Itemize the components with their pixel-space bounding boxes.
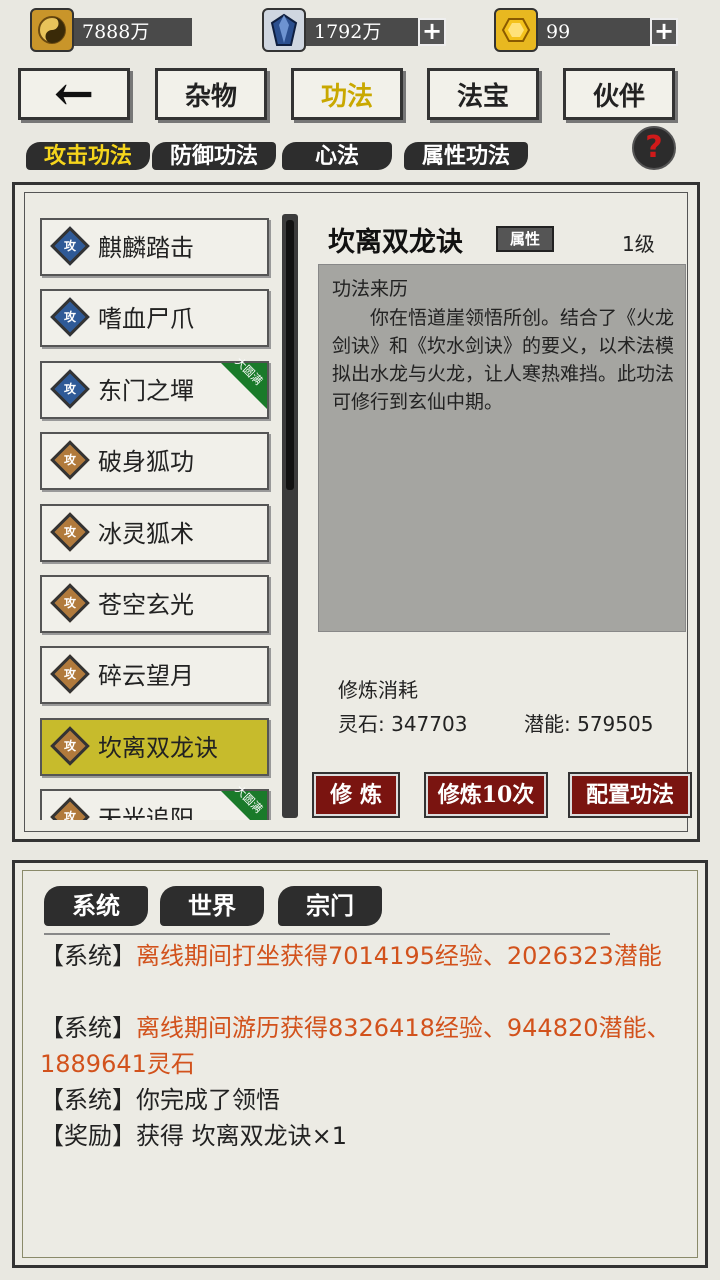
category-mind[interactable]: 心法	[282, 136, 392, 176]
message-text: 离线期间打坐获得7014195经验、2026323潜能	[136, 942, 662, 970]
resource-crystal: 1792万 +	[262, 8, 452, 52]
skill-item[interactable]: 攻 东门之墠 大圆满	[40, 355, 269, 419]
tab-label: 伙伴	[592, 81, 645, 112]
skill-name: 嗜血尸爪	[98, 305, 194, 333]
scrollbar-thumb[interactable]	[286, 220, 294, 490]
resource-value: 1792万	[306, 18, 418, 46]
skill-name: 东门之墠	[98, 377, 194, 405]
resource-value: 7888万	[74, 18, 192, 46]
skill-level: 1级	[622, 232, 655, 256]
skill-list: 攻 麒麟踏击 攻 嗜血尸爪 攻 东门之墠 大圆满 攻 破身狐功 攻 冰灵狐术 攻…	[36, 210, 276, 820]
message-prefix: 【系统】	[40, 1086, 136, 1114]
blue-crystal-icon	[262, 8, 306, 52]
add-gem-button[interactable]: +	[650, 18, 678, 46]
cultivate-button[interactable]: 修 炼	[314, 774, 398, 816]
skill-item[interactable]: 攻 麒麟踏击	[40, 218, 269, 276]
skill-name: 坎离双龙诀	[98, 734, 218, 762]
attack-emblem-icon: 攻	[50, 440, 90, 480]
skill-name: 天光追阳	[98, 805, 194, 820]
attack-emblem-icon: 攻	[50, 512, 90, 552]
back-button[interactable]: ←	[18, 68, 130, 120]
resource-gem: 99 +	[494, 8, 684, 52]
message-text: 获得 坎离双龙诀×1	[136, 1122, 348, 1150]
tab-treasures[interactable]: 法宝	[427, 68, 539, 120]
category-label: 属性功法	[421, 143, 510, 169]
category-attribute[interactable]: 属性功法	[404, 136, 528, 176]
skill-item[interactable]: 攻 嗜血尸爪	[40, 289, 269, 347]
chat-message: 【系统】离线期间游历获得8326418经验、944820潜能、1889641灵石	[40, 1010, 680, 1082]
attack-emblem-icon: 攻	[50, 654, 90, 694]
skill-name: 麒麟踏击	[98, 234, 194, 262]
chat-message: 【奖励】获得 坎离双龙诀×1	[40, 1118, 680, 1154]
resource-value: 99	[538, 18, 650, 46]
category-label: 攻击功法	[43, 143, 132, 169]
description-box: 功法来历 你在悟道崖领悟所创。结合了《火龙剑诀》和《坎水剑诀》的要义，以术法模拟…	[318, 264, 686, 632]
add-crystal-button[interactable]: +	[418, 18, 446, 46]
attack-emblem-icon: 攻	[50, 583, 90, 623]
chat-tab-system[interactable]: 系统	[44, 886, 148, 926]
category-label: 防御功法	[169, 143, 258, 169]
skill-name: 冰灵狐术	[98, 520, 194, 548]
skill-item[interactable]: 攻 冰灵狐术	[40, 504, 269, 562]
tab-partners[interactable]: 伙伴	[563, 68, 675, 120]
spirit-stone-cost: 灵石: 347703	[338, 712, 468, 736]
source-header: 功法来历	[332, 278, 409, 300]
skill-tag: 属性	[496, 226, 554, 252]
attack-emblem-icon: 攻	[50, 369, 90, 409]
help-button[interactable]: ?	[632, 126, 676, 170]
category-attack[interactable]: 攻击功法	[26, 136, 150, 176]
attack-emblem-icon: 攻	[50, 726, 90, 766]
gold-gem-icon	[494, 8, 538, 52]
potential-cost: 潜能: 579505	[524, 712, 654, 736]
skill-name: 苍空玄光	[98, 591, 194, 619]
chat-divider	[44, 933, 610, 935]
chat-tab-sect[interactable]: 宗门	[278, 886, 382, 926]
skill-item[interactable]: 攻 碎云望月	[40, 646, 269, 704]
max-level-badge: 大圆满	[221, 783, 267, 820]
message-prefix: 【奖励】	[40, 1122, 136, 1150]
skill-title: 坎离双龙诀	[328, 227, 463, 258]
configure-technique-button[interactable]: 配置功法	[570, 774, 690, 816]
skill-list-scrollbar[interactable]	[282, 214, 298, 818]
skill-item-selected[interactable]: 攻 坎离双龙诀	[40, 718, 269, 776]
yin-yang-coin-icon	[30, 8, 74, 52]
chat-tab-world[interactable]: 世界	[160, 886, 264, 926]
question-icon: ?	[645, 130, 663, 165]
category-defense[interactable]: 防御功法	[152, 136, 276, 176]
message-text: 你完成了领悟	[136, 1086, 280, 1114]
cost-header: 修炼消耗	[338, 678, 418, 702]
chat-message: 【系统】离线期间打坐获得7014195经验、2026323潜能	[40, 938, 680, 974]
message-prefix: 【系统】	[40, 1014, 136, 1042]
skill-name: 破身狐功	[98, 448, 194, 476]
tab-techniques[interactable]: 功法	[291, 68, 403, 120]
resource-yinyang: 7888万	[30, 8, 192, 52]
attack-emblem-icon: 攻	[50, 297, 90, 337]
skill-item[interactable]: 攻 天光追阳 大圆满	[40, 783, 269, 820]
category-label: 心法	[314, 143, 359, 169]
skill-name: 碎云望月	[98, 662, 194, 690]
attack-emblem-icon: 攻	[50, 226, 90, 266]
tab-label: 法宝	[456, 81, 509, 112]
tab-misc[interactable]: 杂物	[155, 68, 267, 120]
tab-label: 功法	[320, 81, 373, 112]
tab-label: 杂物	[184, 81, 237, 112]
skill-item[interactable]: 攻 苍空玄光	[40, 575, 269, 633]
back-arrow-icon: ←	[53, 66, 95, 122]
cultivate-10x-button[interactable]: 修炼10次	[426, 774, 546, 816]
skill-item[interactable]: 攻 破身狐功	[40, 432, 269, 490]
max-level-badge: 大圆满	[221, 355, 267, 409]
chat-message: 【系统】你完成了领悟	[40, 1082, 680, 1118]
attack-emblem-icon: 攻	[50, 797, 90, 820]
message-prefix: 【系统】	[40, 942, 136, 970]
skill-description: 你在悟道崖领悟所创。结合了《火龙剑诀》和《坎水剑诀》的要义，以术法模拟出水龙与火…	[332, 307, 675, 413]
